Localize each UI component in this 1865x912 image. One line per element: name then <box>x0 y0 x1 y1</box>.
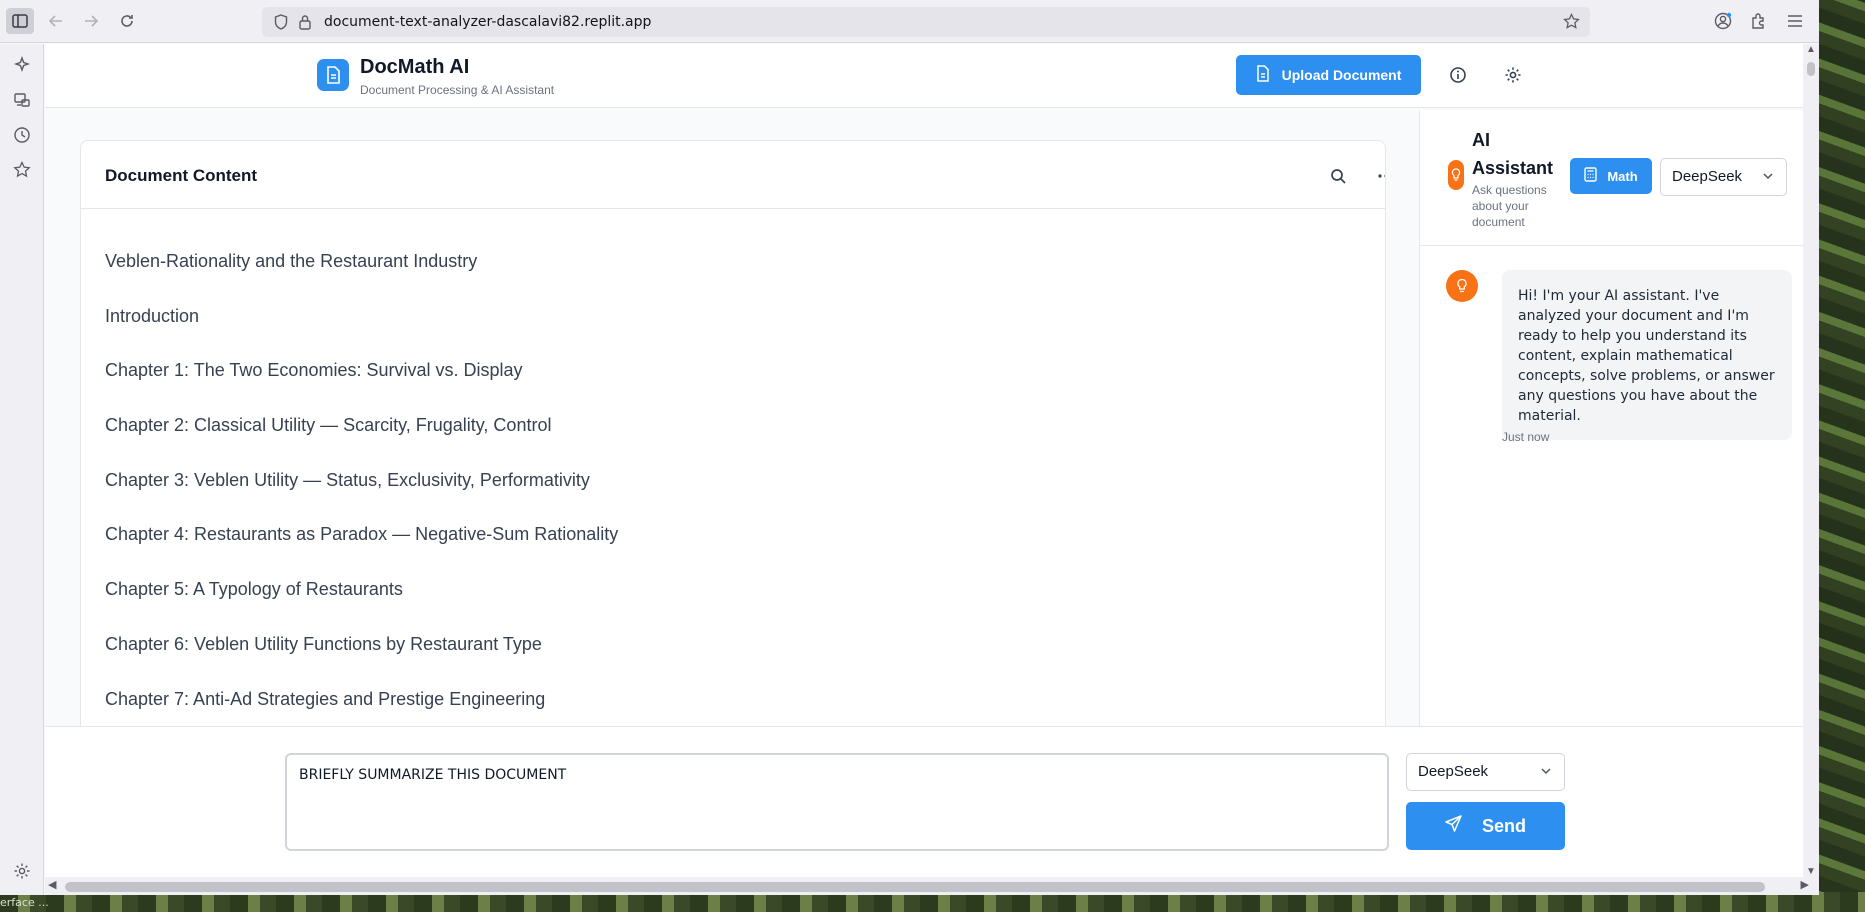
assistant-avatar-icon <box>1446 270 1478 302</box>
settings-gear-icon[interactable] <box>1502 64 1524 86</box>
app-title: DocMath AI <box>360 56 470 78</box>
calculator-icon <box>1584 167 1598 185</box>
ai-assistant-panel: AI Assistant Ask questions about your do… <box>1419 110 1803 770</box>
document-line: Chapter 3: Veblen Utility — Status, Excl… <box>105 469 590 490</box>
chevron-down-icon <box>1762 169 1774 186</box>
document-line: Chapter 1: The Two Economies: Survival v… <box>105 360 523 381</box>
send-icon <box>1445 815 1462 837</box>
ai-chatbot-icon[interactable] <box>11 54 33 76</box>
upload-document-button[interactable]: Upload Document <box>1236 55 1421 95</box>
more-options-icon[interactable] <box>1375 165 1385 187</box>
message-timestamp: Just now <box>1502 430 1550 444</box>
tracking-shield-icon[interactable] <box>274 14 288 35</box>
vertical-scroll-thumb[interactable] <box>1807 62 1815 76</box>
scroll-down-icon[interactable]: ▼ <box>1806 866 1816 877</box>
desktop-wallpaper <box>1819 0 1865 912</box>
history-icon[interactable] <box>11 124 33 146</box>
forward-icon[interactable] <box>77 8 105 34</box>
document-line: Introduction <box>105 305 200 326</box>
chevron-down-icon <box>1540 764 1552 781</box>
back-icon[interactable] <box>42 8 70 34</box>
reload-icon[interactable] <box>113 8 141 34</box>
address-bar[interactable]: document-text-analyzer-dascalavi82.repli… <box>262 7 1590 37</box>
assistant-model-select[interactable]: DeepSeek <box>1660 158 1787 196</box>
sidebar-toggle-icon[interactable] <box>6 8 34 34</box>
document-panel-header: Document Content <box>81 141 1385 209</box>
math-mode-button[interactable]: Math <box>1570 158 1652 194</box>
composer-bar: BRIEFLY SUMMARIZE THIS DOCUMENT DeepSeek… <box>45 726 1803 877</box>
horizontal-scrollbar[interactable]: ◀ ▶ <box>45 877 1819 895</box>
document-icon <box>1256 65 1270 85</box>
app-logo <box>317 59 349 91</box>
scroll-right-icon[interactable]: ▶ <box>1801 878 1809 891</box>
app-subtitle: Document Processing & AI Assistant <box>360 83 555 97</box>
document-panel-title: Document Content <box>105 166 258 185</box>
app-header: DocMath AI Document Processing & AI Assi… <box>45 44 1803 108</box>
sidebar-settings-icon[interactable] <box>11 860 33 882</box>
send-label: Send <box>1481 815 1526 836</box>
browser-sidebar <box>0 44 44 895</box>
scroll-left-icon[interactable]: ◀ <box>48 878 56 891</box>
search-icon[interactable] <box>1327 165 1349 187</box>
document-line: Chapter 6: Veblen Utility Functions by R… <box>105 633 542 654</box>
document-line: Chapter 2: Classical Utility — Scarcity,… <box>105 415 552 436</box>
desktop-wallpaper-bottom <box>0 892 1865 912</box>
horizontal-scroll-thumb[interactable] <box>65 882 1765 892</box>
taskbar-label: erface ... <box>0 896 49 909</box>
info-icon[interactable] <box>1447 64 1469 86</box>
send-button[interactable]: Send <box>1406 802 1565 850</box>
composer-model-select[interactable]: DeepSeek <box>1406 753 1565 791</box>
browser-window: document-text-analyzer-dascalavi82.repli… <box>0 0 1819 895</box>
menu-icon[interactable] <box>1781 8 1809 34</box>
url-text[interactable]: document-text-analyzer-dascalavi82.repli… <box>324 14 651 30</box>
upload-document-label: Upload Document <box>1281 67 1402 83</box>
lock-icon[interactable] <box>298 14 312 35</box>
assistant-subtitle: Ask questions about your document <box>1472 183 1547 229</box>
scroll-up-icon[interactable]: ▲ <box>1806 44 1816 55</box>
document-line: Chapter 5: A Typology of Restaurants <box>105 579 403 600</box>
lightbulb-icon <box>1448 160 1464 190</box>
question-input[interactable]: BRIEFLY SUMMARIZE THIS DOCUMENT <box>285 753 1389 851</box>
document-text: Veblen-Rationality and the Restaurant In… <box>105 249 618 741</box>
browser-toolbar: document-text-analyzer-dascalavi82.repli… <box>0 0 1819 43</box>
document-line: Veblen-Rationality and the Restaurant In… <box>105 251 478 271</box>
bookmarks-icon[interactable] <box>11 159 33 181</box>
vertical-scrollbar[interactable]: ▲ ▼ <box>1803 44 1819 877</box>
document-line: Chapter 4: Restaurants as Paradox — Nega… <box>105 524 619 545</box>
account-icon[interactable] <box>1709 8 1737 34</box>
synced-tabs-icon[interactable] <box>11 89 33 111</box>
web-page: DocMath AI Document Processing & AI Assi… <box>45 44 1803 877</box>
assistant-message: Hi! I'm your AI assistant. I've analyzed… <box>1502 270 1792 440</box>
extensions-icon[interactable] <box>1745 8 1773 34</box>
assistant-header: AI Assistant Ask questions about your do… <box>1420 110 1803 246</box>
math-mode-label: Math <box>1607 168 1638 184</box>
bookmark-star-icon[interactable] <box>1563 12 1580 35</box>
document-content-panel: Document Content Veblen-Rationality and … <box>80 140 1386 760</box>
composer-model-value: DeepSeek <box>1418 763 1489 780</box>
assistant-model-value: DeepSeek <box>1672 168 1743 185</box>
assistant-title: AI Assistant <box>1472 130 1554 178</box>
